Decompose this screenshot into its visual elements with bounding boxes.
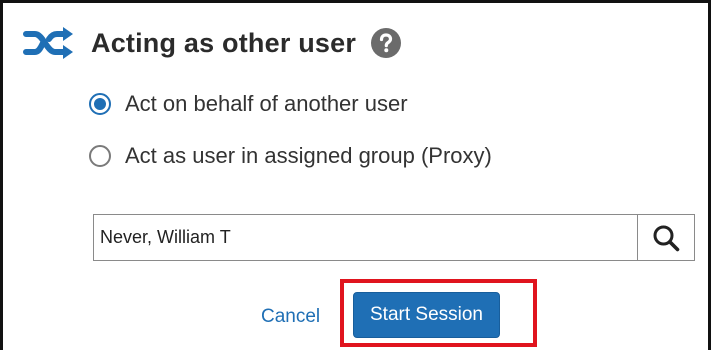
shuffle-icon xyxy=(23,26,75,60)
help-icon[interactable] xyxy=(370,27,402,59)
radio-option-proxy[interactable]: Act as user in assigned group (Proxy) xyxy=(89,141,492,171)
acting-mode-radio-group: Act on behalf of another user Act as use… xyxy=(89,89,492,193)
radio-label-act-on-behalf: Act on behalf of another user xyxy=(125,91,408,116)
cancel-link[interactable]: Cancel xyxy=(261,306,320,328)
dialog-header: Acting as other user xyxy=(23,17,402,69)
user-search-box xyxy=(93,214,695,261)
start-session-button[interactable]: Start Session xyxy=(353,292,500,338)
radio-button-proxy[interactable] xyxy=(89,145,111,167)
dialog-title: Acting as other user xyxy=(91,27,357,58)
search-icon xyxy=(653,225,680,251)
radio-option-act-on-behalf[interactable]: Act on behalf of another user xyxy=(89,89,492,119)
search-button[interactable] xyxy=(637,215,694,260)
dialog-actions: Cancel Start Session xyxy=(3,277,711,350)
radio-label-proxy: Act as user in assigned group (Proxy) xyxy=(125,143,492,168)
user-search-input[interactable] xyxy=(94,215,637,260)
acting-as-user-dialog: Acting as other user Act on behalf of an… xyxy=(0,0,711,350)
radio-button-act-on-behalf[interactable] xyxy=(89,93,111,115)
